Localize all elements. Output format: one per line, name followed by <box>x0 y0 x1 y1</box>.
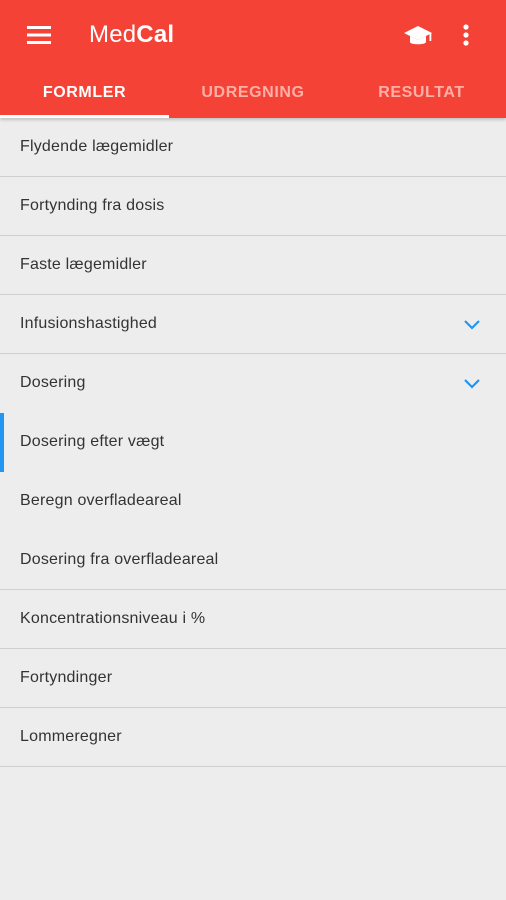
list-item-label: Lommeregner <box>20 728 122 745</box>
list-item-faste-laegemidler[interactable]: Faste lægemidler <box>0 236 506 295</box>
sub-item-label: Beregn overfladeareal <box>20 492 182 509</box>
list-item-label: Infusionshastighed <box>20 315 158 332</box>
sub-item-beregn-overfladeareal[interactable]: Beregn overfladeareal <box>0 472 506 531</box>
tab-resultat[interactable]: RESULTAT <box>337 84 506 118</box>
list-item-label: Dosering <box>20 374 86 391</box>
sub-item-label: Dosering fra overfladeareal <box>20 551 219 568</box>
formula-list: Flydende lægemidler Fortynding fra dosis… <box>0 118 506 767</box>
app-title-bold: Cal <box>136 21 175 48</box>
tab-formler[interactable]: FORMLER <box>0 84 169 118</box>
sub-item-dosering-efter-vaegt[interactable]: Dosering efter vægt <box>0 413 506 472</box>
graduation-cap-icon[interactable] <box>403 23 433 49</box>
app-title-regular: Med <box>89 21 137 48</box>
chevron-down-icon[interactable] <box>463 378 481 390</box>
list-item-flydende-laegemidler[interactable]: Flydende lægemidler <box>0 118 506 177</box>
list-item-dosering[interactable]: Dosering <box>0 354 506 413</box>
active-tab-indicator <box>0 115 169 118</box>
list-item-infusionshastighed[interactable]: Infusionshastighed <box>0 295 506 354</box>
tab-udregning[interactable]: UDREGNING <box>169 84 337 118</box>
list-item-label: Fortynding fra dosis <box>20 197 165 214</box>
hamburger-menu-icon[interactable] <box>27 24 53 46</box>
app-bar: MedCal FORMLER UDREGNING RESULTAT <box>0 0 506 118</box>
list-item-label: Koncentrationsniveau i % <box>20 610 206 627</box>
list-item-lommeregner[interactable]: Lommeregner <box>0 708 506 767</box>
list-item-koncentrationsniveau[interactable]: Koncentrationsniveau i % <box>0 590 506 649</box>
chevron-down-icon[interactable] <box>463 319 481 331</box>
list-item-label: Fortyndinger <box>20 669 113 686</box>
list-item-fortynding-fra-dosis[interactable]: Fortynding fra dosis <box>0 177 506 236</box>
list-item-label: Faste lægemidler <box>20 256 147 273</box>
app-title: MedCal <box>89 21 174 49</box>
list-item-fortyndinger[interactable]: Fortyndinger <box>0 649 506 708</box>
list-item-label: Flydende lægemidler <box>20 138 174 155</box>
more-vertical-icon[interactable] <box>458 23 474 49</box>
sub-item-dosering-fra-overfladeareal[interactable]: Dosering fra overfladeareal <box>0 531 506 590</box>
sub-item-label: Dosering efter vægt <box>20 433 165 450</box>
